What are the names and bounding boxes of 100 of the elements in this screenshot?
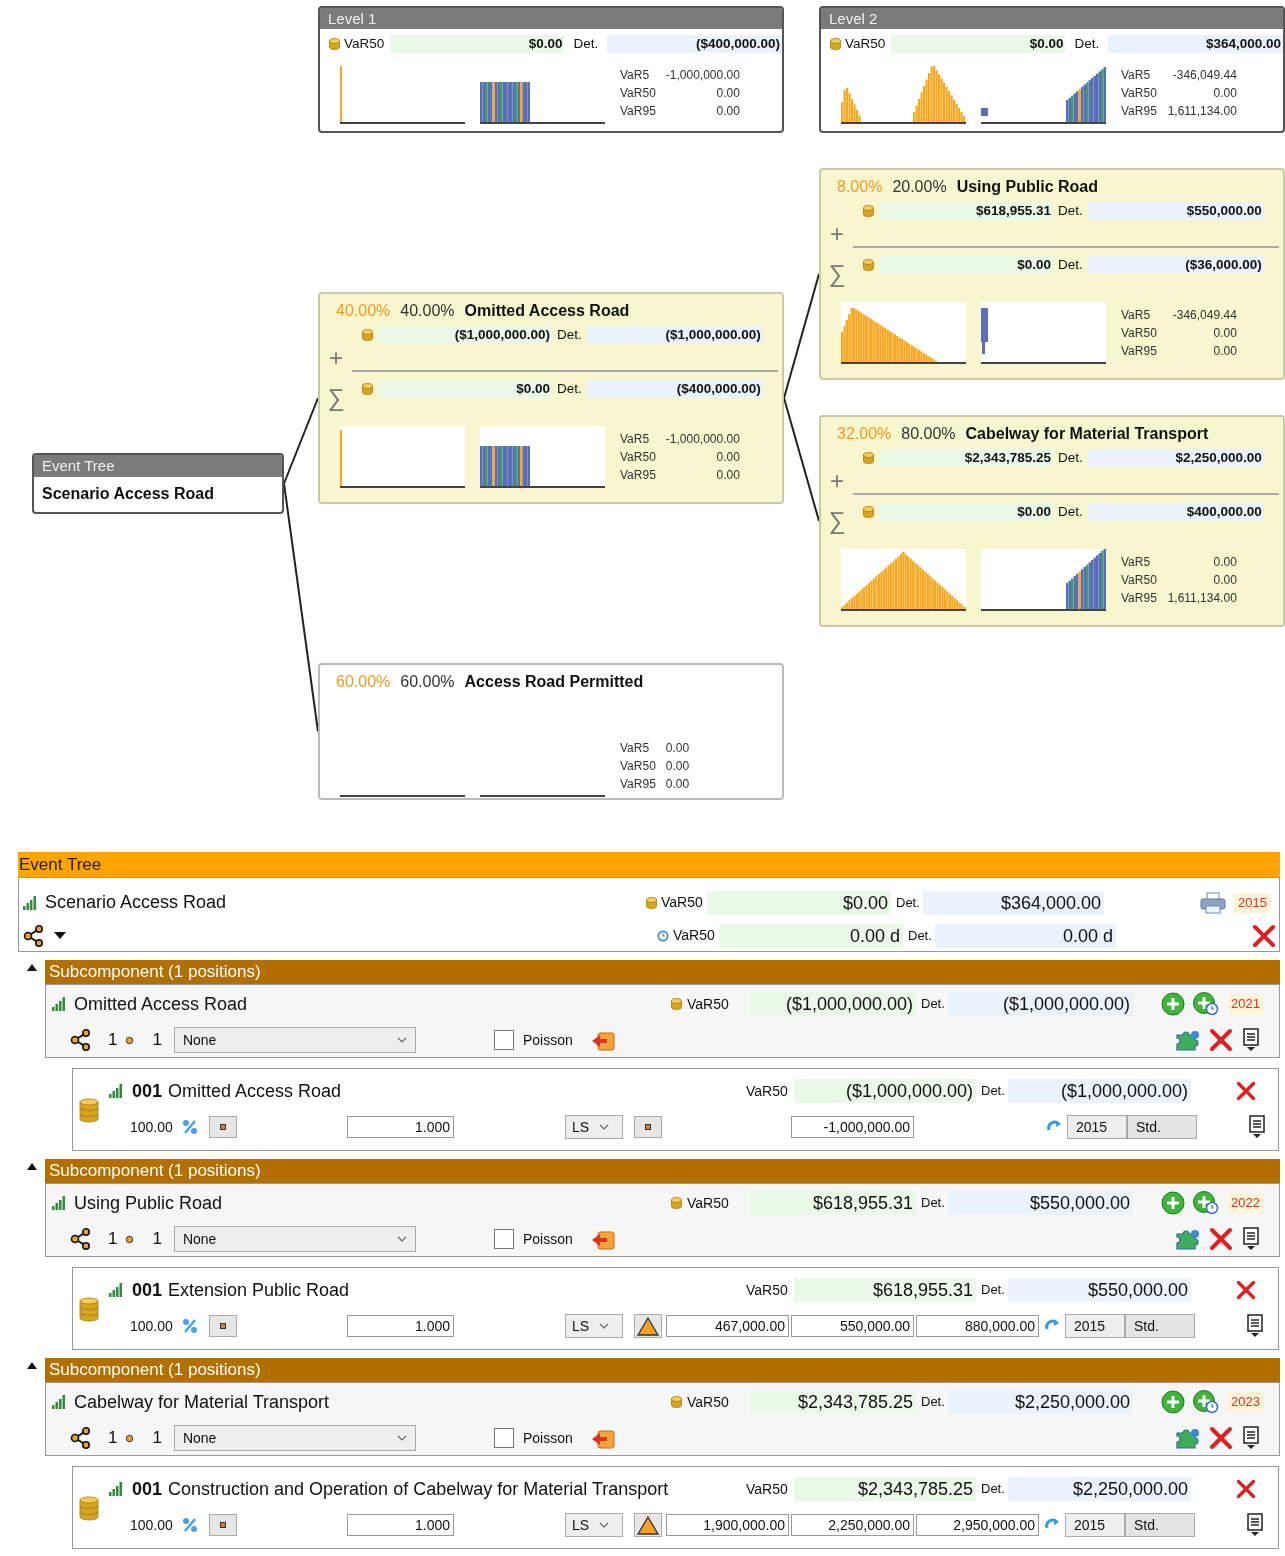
- cumulative-probability: 8.00%: [837, 177, 883, 197]
- collapse-icon[interactable]: [26, 964, 37, 971]
- checkbox[interactable]: [493, 1030, 514, 1050]
- position-number: 001: [132, 1477, 164, 1501]
- share-icon[interactable]: [70, 1029, 92, 1051]
- input-field[interactable]: 2,250,000.00: [791, 1514, 914, 1536]
- row-symbol[interactable]: ∑: [828, 509, 846, 533]
- position-name: Extension Public Road: [168, 1278, 351, 1302]
- measure-label: VaR50: [661, 893, 704, 912]
- input-field[interactable]: 1.000: [347, 1116, 454, 1138]
- row-symbol[interactable]: +: [329, 346, 343, 370]
- options-button[interactable]: [209, 1116, 237, 1138]
- det-label: Det.: [1057, 256, 1084, 274]
- stat-label: VaR95: [1121, 590, 1157, 607]
- options-button[interactable]: [209, 1315, 237, 1337]
- input-field[interactable]: 880,000.00: [916, 1315, 1039, 1337]
- coin-icon: [671, 1396, 682, 1408]
- mode-field[interactable]: Std.: [1125, 1314, 1195, 1338]
- document-icon[interactable]: [1247, 1513, 1263, 1537]
- percent-icon[interactable]: [182, 1517, 198, 1533]
- stat-value: 0.00: [1212, 554, 1237, 571]
- input-field[interactable]: 1,900,000.00: [666, 1514, 789, 1536]
- det-label: Det.: [980, 1082, 1006, 1101]
- checkbox[interactable]: [493, 1229, 514, 1249]
- selector-dropdown[interactable]: None: [173, 1425, 416, 1451]
- document-icon[interactable]: [1249, 1115, 1265, 1139]
- unit-select[interactable]: LS: [565, 1314, 623, 1338]
- close-icon[interactable]: [1252, 923, 1276, 948]
- document-icon[interactable]: [1243, 1426, 1259, 1450]
- input-field[interactable]: 2,950,000.00: [916, 1514, 1039, 1536]
- document-icon[interactable]: [1243, 1028, 1259, 1052]
- row-symbol[interactable]: ∑: [828, 262, 846, 286]
- value-field: $2,343,785.25: [750, 1390, 916, 1414]
- add-timed-icon[interactable]: [1193, 1390, 1219, 1414]
- percent-icon[interactable]: [182, 1318, 198, 1334]
- add-timed-icon[interactable]: [1193, 1191, 1219, 1215]
- add-icon[interactable]: [1161, 1191, 1185, 1215]
- puzzle-icon[interactable]: [1175, 1228, 1201, 1250]
- row-symbol[interactable]: +: [830, 469, 844, 493]
- checkbox[interactable]: [493, 1428, 514, 1448]
- root-node[interactable]: Event Tree Scenario Access Road: [32, 453, 284, 514]
- det-value-field: ($1,000,000.00): [586, 326, 763, 344]
- event-count: 1: [152, 1427, 162, 1450]
- year-field[interactable]: 2015: [1065, 1314, 1125, 1338]
- close-icon[interactable]: [1236, 1081, 1256, 1101]
- mode-field[interactable]: Std.: [1125, 1513, 1195, 1537]
- caret-down-icon[interactable]: [54, 932, 66, 939]
- coin-icon: [362, 329, 373, 341]
- printer-icon[interactable]: [1200, 891, 1226, 914]
- input-field[interactable]: 467,000.00: [666, 1315, 789, 1337]
- distribution-button[interactable]: [634, 1513, 662, 1537]
- unit-select[interactable]: LS: [565, 1115, 623, 1139]
- year-field[interactable]: 2015: [1065, 1513, 1125, 1537]
- add-icon[interactable]: [1161, 992, 1185, 1016]
- share-icon[interactable]: [70, 1427, 92, 1449]
- stat-label: VaR5: [620, 67, 651, 85]
- puzzle-icon[interactable]: [1175, 1427, 1201, 1449]
- input-field[interactable]: 550,000.00: [791, 1315, 914, 1337]
- options-button[interactable]: [634, 1116, 662, 1138]
- puzzle-icon[interactable]: [1175, 1029, 1201, 1051]
- close-icon[interactable]: [1209, 1426, 1233, 1450]
- event-node[interactable]: 60.00% 60.00% Access Road Permitted VaR5 0.00 VaR50 0.00 VaR95 0.00: [318, 663, 784, 800]
- add-icon[interactable]: [1161, 1390, 1185, 1414]
- measure-label: VaR50: [845, 35, 887, 53]
- mode-field[interactable]: Std.: [1127, 1115, 1197, 1139]
- unit-select[interactable]: LS: [565, 1513, 623, 1537]
- stat-value: 0.00: [1212, 343, 1237, 360]
- share-value: 100.00: [130, 1117, 174, 1137]
- stat-label: VaR50: [1121, 325, 1157, 342]
- collapse-icon[interactable]: [26, 1362, 37, 1369]
- position-number: 001: [132, 1278, 164, 1302]
- add-timed-icon[interactable]: [1193, 992, 1219, 1016]
- event-node[interactable]: 8.00% 20.00% Using Public Road + $618,955.31 Det. $550,000.00 ∑ $0.00 Det. ($36,000.00) VaR5 -346,049.44 VaR50 0.00 VaR95 0.00: [819, 168, 1285, 380]
- det-label: Det.: [920, 1194, 946, 1213]
- percent-icon[interactable]: [182, 1119, 198, 1135]
- input-field[interactable]: 1.000: [347, 1315, 454, 1337]
- value-field: $550,000.00: [1008, 1278, 1191, 1302]
- row-symbol[interactable]: +: [830, 222, 844, 246]
- event-node[interactable]: 32.00% 80.00% Cabelway for Material Transport + $2,343,785.25 Det. $2,250,000.00 ∑ $0.00 Det. $400,000.00 VaR5 0.00 VaR50 0.00 VaR95 1,611,134.00: [819, 415, 1285, 627]
- distribution-button[interactable]: [634, 1314, 662, 1338]
- value-field: ($1,000,000.00): [379, 326, 552, 344]
- input-field[interactable]: 1.000: [347, 1514, 454, 1536]
- options-button[interactable]: [209, 1514, 237, 1536]
- document-icon[interactable]: [1247, 1314, 1263, 1338]
- selector-dropdown[interactable]: None: [173, 1027, 416, 1053]
- share-icon[interactable]: [70, 1228, 92, 1250]
- det-label: Det.: [556, 326, 583, 344]
- year-field[interactable]: 2015: [1067, 1115, 1127, 1139]
- close-icon[interactable]: [1209, 1028, 1233, 1052]
- document-icon[interactable]: [1243, 1227, 1259, 1251]
- event-node[interactable]: 40.00% 40.00% Omitted Access Road + ($1,000,000.00) Det. ($1,000,000.00) ∑ $0.00 Det. ($400,000.00) VaR5 -1,000,000.00 VaR50 0.00 VaR95 0.00: [318, 292, 784, 504]
- close-icon[interactable]: [1236, 1479, 1256, 1499]
- close-icon[interactable]: [1236, 1280, 1256, 1300]
- collapse-icon[interactable]: [26, 1163, 37, 1170]
- close-icon[interactable]: [1209, 1227, 1233, 1251]
- share-icon[interactable]: [23, 924, 45, 947]
- row-symbol[interactable]: ∑: [327, 386, 345, 410]
- selector-dropdown[interactable]: None: [173, 1226, 416, 1252]
- value-field: $0.00: [379, 380, 552, 398]
- input-field[interactable]: -1,000,000.00: [791, 1116, 914, 1138]
